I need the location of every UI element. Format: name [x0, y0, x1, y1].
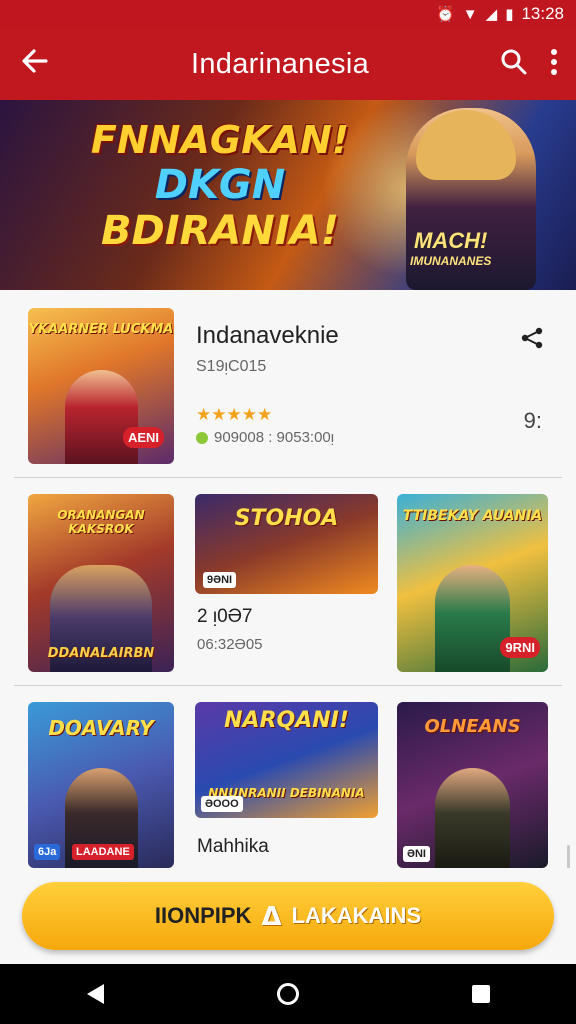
game-row: ORANANGAN KAKSROK DDANALAIRBN STOHOA 9ƏN… — [14, 490, 562, 686]
game-thumb-badge: 9RNI — [500, 637, 540, 658]
status-time: 13:28 — [521, 4, 564, 23]
game-thumb-label: DOAVARY — [48, 716, 154, 740]
signal-icon: ◢ — [485, 6, 498, 23]
app-title: Indarinanesia — [190, 47, 370, 80]
game-subtitle: 06:32Ə05 — [197, 636, 263, 653]
thumb-character — [434, 565, 511, 672]
game-title[interactable]: 2 ᴉ0Ə7 — [197, 606, 253, 628]
game-thumb-badge: ƏNI — [403, 846, 430, 862]
game-thumb-badge: 9ƏNI — [203, 572, 237, 588]
online-indicator-icon — [196, 431, 208, 444]
brand-logo-icon: ᐃ — [261, 900, 282, 931]
game-thumb-label: NARQANI! — [224, 708, 349, 733]
nav-home-icon[interactable] — [276, 983, 299, 1005]
banner-headline: FNNAGKAN! DKGN BDIRANIA! — [70, 118, 370, 254]
game-thumbnail[interactable]: OLNEANS ƏNI — [397, 702, 548, 868]
game-thumbnail[interactable]: NARQANI! NNUNRANII DEBINANIA ƏOOO — [195, 702, 378, 818]
game-thumb-badge: 6Ja — [34, 844, 61, 860]
featured-game-thumbnail[interactable]: YKAARNER LUCKMA AENI — [28, 308, 174, 464]
banner-line-3: BDIRANIA! — [101, 208, 339, 254]
game-thumb-badge: ƏOOO — [201, 796, 243, 812]
nav-back-icon[interactable] — [86, 984, 104, 1004]
game-thumb-label: TTIBEKAY AUANIA — [402, 508, 543, 524]
featured-game-subtitle: S19ᴉC015 — [196, 358, 267, 375]
rating-stars: ★★★★★ — [196, 405, 273, 424]
banner-line-1: FNNAGKAN! — [90, 118, 350, 162]
search-icon[interactable] — [500, 48, 528, 81]
nav-recents-icon[interactable] — [471, 985, 490, 1003]
alarm-icon: ⏰ — [436, 6, 455, 23]
game-thumb-label: ORANANGAN KAKSROK — [57, 508, 145, 536]
cta-label-right: LAKAKAINS — [291, 903, 422, 928]
banner-tag-main: MACH! — [414, 228, 488, 253]
game-thumbnail[interactable]: DOAVARY 6Ja LAADANE — [28, 702, 174, 868]
banner-line-2: DKGN — [154, 162, 286, 208]
banner-tag-sub: IMUNANANES — [410, 254, 492, 268]
game-list: YKAARNER LUCKMA AENI Indanaveknie S19ᴉC0… — [0, 290, 576, 873]
thumb-character — [64, 370, 138, 464]
share-icon[interactable] — [520, 326, 544, 356]
more-options-icon[interactable] — [550, 48, 558, 81]
promo-banner[interactable]: FNNAGKAN! DKGN BDIRANIA! MACH! IMUNANANE… — [0, 100, 576, 290]
status-bar: ⏰ ▼ ◢ ▮ 13:28 — [0, 0, 576, 28]
featured-game-meta: 909008 : 9053:00ᴉ — [196, 429, 334, 446]
game-row: DOAVARY 6Ja LAADANE NARQANI! NNUNRANII D… — [14, 700, 562, 868]
system-nav-bar — [0, 964, 576, 1024]
game-thumbnail[interactable]: TTIBEKAY AUANIA 9RNI — [397, 494, 548, 672]
game-thumb-label: STOHOA — [234, 506, 339, 531]
featured-thumb-label: YKAARNER LUCKMA — [28, 322, 174, 337]
battery-icon: ▮ — [505, 6, 514, 23]
featured-game-title[interactable]: Indanaveknie — [196, 322, 339, 350]
game-thumb-badge: LAADANE — [72, 844, 134, 860]
banner-tag: MACH! IMUNANANES — [410, 228, 491, 268]
primary-cta-button[interactable]: IIONPIPK ᐃ LAKAKAINS — [22, 882, 554, 950]
game-thumb-label: OLNEANS — [424, 716, 521, 737]
featured-game-card[interactable]: YKAARNER LUCKMA AENI Indanaveknie S19ᴉC0… — [14, 290, 562, 478]
game-thumbnail[interactable]: ORANANGAN KAKSROK DDANALAIRBN — [28, 494, 174, 672]
app-bar: Indarinanesia — [0, 28, 576, 100]
featured-meta-text: 909008 : 9053:00ᴉ — [214, 429, 335, 446]
featured-count: 9: — [523, 408, 542, 433]
cta-label-left: IIONPIPK — [154, 903, 252, 928]
game-title[interactable]: Mahhika — [197, 836, 269, 858]
bottom-action-area: IIONPIPK ᐃ LAKAKAINS — [0, 868, 576, 964]
game-thumbnail[interactable]: STOHOA 9ƏNI — [195, 494, 378, 594]
wifi-icon: ▼ — [462, 5, 478, 23]
game-thumb-footer: DDANALAIRBN — [47, 646, 155, 661]
thumb-character — [434, 768, 511, 868]
featured-thumb-badge: AENI — [122, 427, 164, 448]
